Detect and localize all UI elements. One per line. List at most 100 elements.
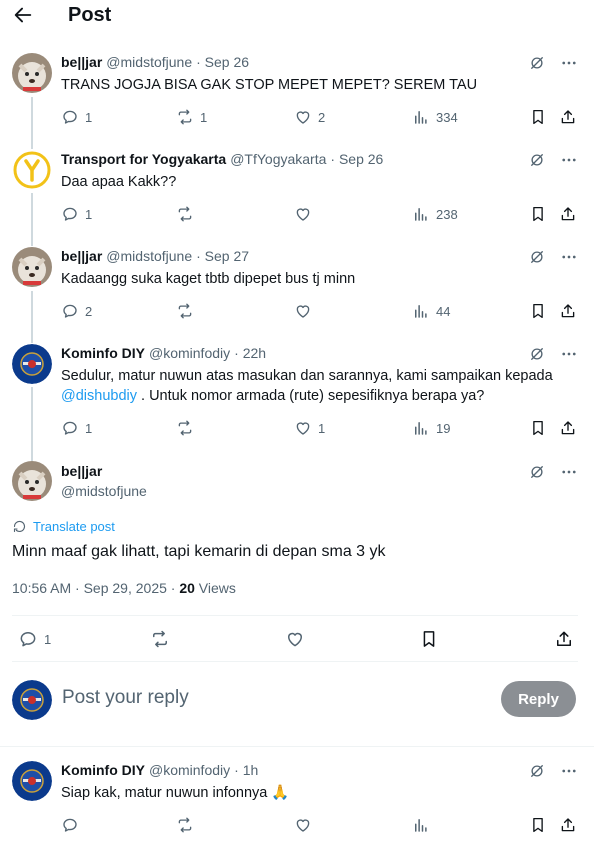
thread-post[interactable]: be||jar @midstofjune · Sep 27 Kadaangg s…	[0, 244, 594, 334]
post-time[interactable]: · Sep 26	[330, 151, 383, 167]
reply-button[interactable]	[61, 816, 79, 834]
thread-post[interactable]: Kominfo DIY @kominfodiy · 22h Sedulur, m…	[0, 341, 594, 446]
post-time[interactable]: · 1h	[234, 762, 258, 778]
translate-post-link[interactable]: Translate post	[12, 519, 115, 534]
bookmark-button[interactable]	[529, 205, 547, 223]
mention-link[interactable]: @dishubdiy	[61, 388, 137, 404]
more-icon[interactable]	[560, 463, 578, 481]
reply-input[interactable]: Post your reply	[62, 687, 189, 709]
reply-button[interactable]: 2	[61, 302, 92, 320]
grok-icon[interactable]	[528, 151, 546, 169]
bookmark-button[interactable]	[529, 108, 547, 126]
post-timestamp: 10:56 AM · Sep 29, 2025 · 20 Views	[12, 580, 236, 596]
bookmark-button[interactable]	[419, 629, 439, 649]
display-name[interactable]: be||jar	[61, 463, 102, 479]
display-name[interactable]: Kominfo DIY	[61, 762, 145, 778]
avatar[interactable]	[12, 247, 52, 287]
main-post: be||jar @midstofjune	[0, 459, 594, 509]
user-handle[interactable]: @kominfodiy	[149, 762, 230, 778]
share-button[interactable]	[559, 108, 577, 126]
grok-icon[interactable]	[528, 345, 546, 363]
user-handle[interactable]: @TfYogyakarta	[230, 151, 326, 167]
more-icon[interactable]	[560, 762, 578, 780]
like-button[interactable]: 1	[294, 419, 325, 437]
reply-count: 1	[85, 206, 93, 222]
repost-button[interactable]	[176, 816, 194, 834]
share-icon	[559, 302, 577, 320]
views-button[interactable]	[412, 816, 430, 834]
views-count: 20	[179, 580, 195, 596]
repost-button[interactable]	[176, 205, 200, 223]
reply-button[interactable]: 1	[61, 419, 92, 437]
bookmark-button[interactable]	[529, 816, 547, 834]
views-button[interactable]: 19	[412, 419, 450, 437]
grok-icon[interactable]	[528, 762, 546, 780]
bookmark-button[interactable]	[529, 302, 547, 320]
bookmark-button[interactable]	[529, 419, 547, 437]
post-time[interactable]: · Sep 27	[196, 248, 249, 264]
repost-button[interactable]: 1	[176, 108, 207, 126]
reply-button[interactable]: 1	[18, 629, 51, 649]
like-button[interactable]	[294, 302, 318, 320]
bookmark-icon	[419, 629, 439, 649]
user-handle[interactable]: @midstofjune	[106, 248, 192, 264]
view-count: 19	[436, 420, 451, 436]
like-button[interactable]: 2	[294, 108, 325, 126]
repost-icon	[150, 629, 170, 649]
display-name[interactable]: Transport for Yogyakarta	[61, 151, 226, 167]
avatar	[12, 680, 52, 720]
post-time[interactable]: · 22h	[234, 345, 266, 361]
display-name[interactable]: Kominfo DIY	[61, 345, 145, 361]
heart-icon	[285, 629, 305, 649]
views-button[interactable]: 334	[412, 108, 458, 126]
share-button[interactable]	[554, 629, 574, 649]
repost-button[interactable]	[176, 419, 200, 437]
avatar[interactable]	[12, 53, 52, 93]
avatar[interactable]	[12, 344, 52, 384]
user-handle[interactable]: @kominfodiy	[149, 345, 230, 361]
repost-icon	[176, 816, 194, 834]
back-arrow-icon[interactable]	[12, 4, 34, 26]
view-count: 238	[436, 206, 458, 222]
views-icon	[412, 816, 430, 834]
grok-icon[interactable]	[528, 54, 546, 72]
more-icon[interactable]	[560, 345, 578, 363]
repost-button[interactable]	[176, 302, 200, 320]
user-handle[interactable]: @midstofjune	[61, 483, 147, 499]
post-text: Daa apaa Kakk??	[61, 174, 177, 190]
avatar[interactable]	[12, 461, 52, 501]
grok-icon[interactable]	[528, 463, 546, 481]
reply-button[interactable]: 1	[61, 205, 92, 223]
views-button[interactable]: 44	[412, 302, 450, 320]
share-button[interactable]	[559, 816, 577, 834]
more-icon[interactable]	[560, 54, 578, 72]
reply-submit-button[interactable]: Reply	[501, 681, 576, 717]
like-button[interactable]	[294, 816, 312, 834]
more-icon[interactable]	[560, 248, 578, 266]
more-icon[interactable]	[560, 151, 578, 169]
like-count: 1	[318, 420, 326, 436]
avatar[interactable]	[12, 150, 52, 190]
reply-button[interactable]: 1	[61, 108, 92, 126]
like-button[interactable]	[294, 205, 318, 223]
thread-post[interactable]: Transport for Yogyakarta @TfYogyakarta ·…	[0, 147, 594, 237]
timestamp-text[interactable]: 10:56 AM · Sep 29, 2025 ·	[12, 580, 179, 596]
user-handle[interactable]: @midstofjune	[106, 54, 192, 70]
reply-post[interactable]: Kominfo DIY @kominfodiy · 1h Siap kak, m…	[0, 759, 594, 846]
display-name[interactable]: be||jar	[61, 248, 102, 264]
avatar[interactable]	[12, 761, 52, 801]
views-button[interactable]: 238	[412, 205, 458, 223]
like-button[interactable]	[285, 629, 305, 649]
reply-icon	[61, 816, 79, 834]
display-name[interactable]: be||jar	[61, 54, 102, 70]
share-icon	[559, 816, 577, 834]
share-button[interactable]	[559, 419, 577, 437]
thread-post[interactable]: be||jar @midstofjune · Sep 26 TRANS JOGJ…	[0, 50, 594, 140]
post-time[interactable]: · Sep 26	[196, 54, 249, 70]
page-title: Post	[68, 4, 112, 26]
repost-button[interactable]	[150, 629, 170, 649]
share-button[interactable]	[559, 302, 577, 320]
grok-icon[interactable]	[528, 248, 546, 266]
share-button[interactable]	[559, 205, 577, 223]
views-label: Views	[194, 580, 236, 596]
